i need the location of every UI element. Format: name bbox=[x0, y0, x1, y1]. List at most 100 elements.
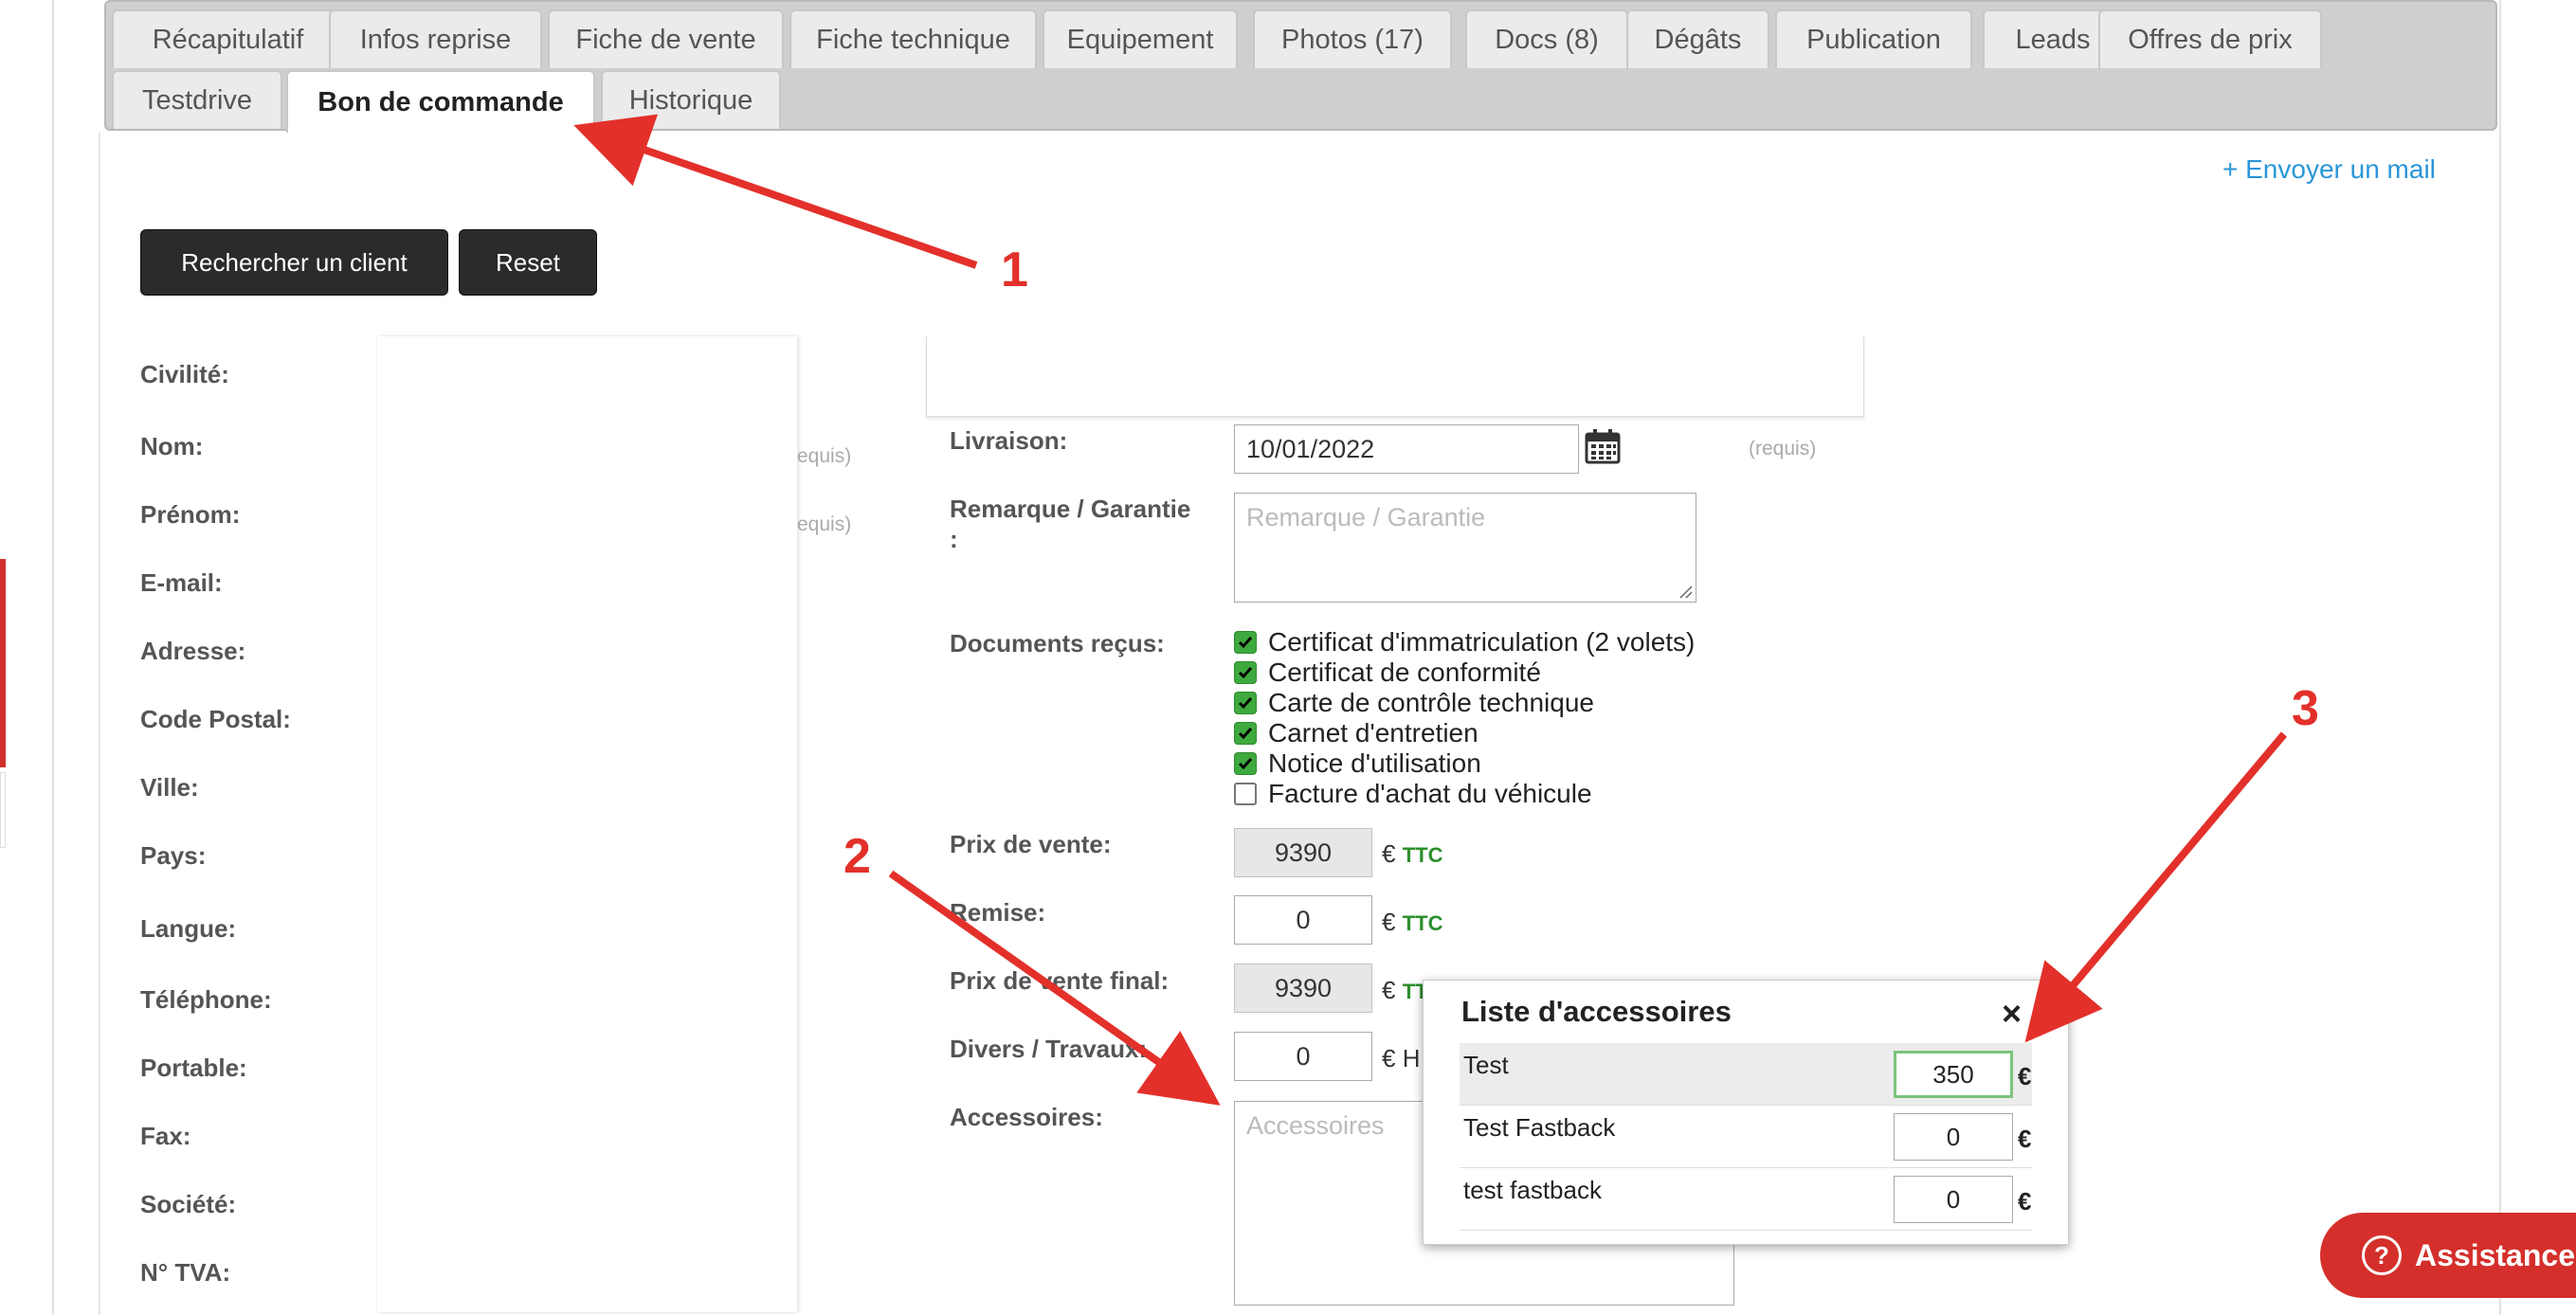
accessory-row: test fastback 0 € bbox=[1460, 1168, 2032, 1231]
checkbox-checked-icon[interactable] bbox=[1234, 692, 1257, 714]
send-mail-link[interactable]: + Envoyer un mail bbox=[2222, 154, 2436, 185]
accessory-currency: € bbox=[2018, 1062, 2032, 1090]
accessory-name: Test Fastback bbox=[1463, 1113, 1616, 1142]
label-fax: Fax: bbox=[140, 1122, 191, 1150]
accessory-price-input[interactable]: 350 bbox=[1894, 1051, 2013, 1098]
label-email: E-mail: bbox=[140, 568, 223, 597]
tab-recapitulatif[interactable]: Récapitulatif bbox=[112, 9, 344, 68]
label-livraison: Livraison: bbox=[950, 426, 1068, 455]
tab-historique[interactable]: Historique bbox=[601, 70, 781, 129]
assistance-button[interactable]: ? Assistance bbox=[2320, 1213, 2576, 1298]
label-prix-final: Prix de vente final: bbox=[950, 966, 1170, 995]
label-langue: Langue: bbox=[140, 914, 237, 943]
label-nom: Nom: bbox=[140, 432, 204, 460]
tab-bon-de-commande[interactable]: Bon de commande bbox=[286, 70, 595, 133]
sale-price-unit: € TTC bbox=[1382, 839, 1443, 868]
requis-hint-prenom: equis) bbox=[797, 513, 852, 535]
label-code-postal: Code Postal: bbox=[140, 705, 291, 733]
doc-label: Certificat de conformité bbox=[1268, 658, 1541, 687]
accessory-name: Test bbox=[1463, 1051, 1509, 1079]
label-divers: Divers / Travaux: bbox=[950, 1035, 1148, 1063]
doc-item-immatriculation[interactable]: Certificat d'immatriculation (2 volets) bbox=[1234, 627, 1695, 658]
tab-fiche-de-vente[interactable]: Fiche de vente bbox=[548, 9, 784, 68]
delivery-requis-hint: (requis) bbox=[1749, 438, 1817, 459]
accessories-placeholder: Accessoires bbox=[1246, 1111, 1385, 1140]
doc-item-notice[interactable]: Notice d'utilisation bbox=[1234, 748, 1481, 779]
doc-item-controle-technique[interactable]: Carte de contrôle technique bbox=[1234, 688, 1594, 718]
arrow-3 bbox=[2024, 731, 2288, 1043]
side-tab-edge bbox=[0, 772, 6, 848]
label-ville: Ville: bbox=[140, 773, 199, 802]
accessory-price-input[interactable]: 0 bbox=[1894, 1113, 2013, 1161]
tab-infos-reprise[interactable]: Infos reprise bbox=[329, 9, 542, 68]
label-societe: Société: bbox=[140, 1190, 237, 1218]
doc-item-carnet-entretien[interactable]: Carnet d'entretien bbox=[1234, 718, 1478, 748]
label-prenom: Prénom: bbox=[140, 500, 241, 529]
accessory-row: Test Fastback 0 € bbox=[1460, 1106, 2032, 1168]
doc-item-facture-achat[interactable]: Facture d'achat du véhicule bbox=[1234, 779, 1592, 809]
close-icon[interactable]: × bbox=[2002, 994, 2022, 1034]
tab-publication[interactable]: Publication bbox=[1775, 9, 1972, 68]
doc-label: Notice d'utilisation bbox=[1268, 748, 1481, 778]
checkbox-checked-icon[interactable] bbox=[1234, 752, 1257, 775]
checkbox-checked-icon[interactable] bbox=[1234, 631, 1257, 654]
doc-label: Carnet d'entretien bbox=[1268, 718, 1478, 748]
label-prix-vente: Prix de vente: bbox=[950, 830, 1112, 858]
doc-label: Facture d'achat du véhicule bbox=[1268, 779, 1592, 808]
label-pays: Pays: bbox=[140, 841, 207, 870]
accessory-name: test fastback bbox=[1463, 1176, 1602, 1204]
delivery-date-input[interactable]: 10/01/2022 bbox=[1234, 424, 1579, 474]
checkbox-checked-icon[interactable] bbox=[1234, 722, 1257, 745]
accessory-currency: € bbox=[2018, 1187, 2032, 1216]
tab-photos[interactable]: Photos (17) bbox=[1253, 9, 1452, 68]
tab-bar: Récapitulatif Infos reprise Fiche de ven… bbox=[104, 0, 2497, 133]
annotation-number-1: 1 bbox=[1001, 243, 1028, 297]
tab-testdrive[interactable]: Testdrive bbox=[112, 70, 282, 129]
misc-unit: € H bbox=[1382, 1044, 1421, 1072]
label-tva: N° TVA: bbox=[140, 1258, 231, 1287]
doc-item-conformite[interactable]: Certificat de conformité bbox=[1234, 658, 1541, 688]
arrow-1 bbox=[573, 114, 978, 269]
client-search-overlay bbox=[377, 336, 797, 1312]
label-adresse: Adresse: bbox=[140, 637, 246, 665]
discount-unit: € TTC bbox=[1382, 908, 1443, 936]
remark-placeholder: Remarque / Garantie bbox=[1246, 503, 1486, 531]
label-telephone: Téléphone: bbox=[140, 985, 272, 1014]
label-civilite: Civilité: bbox=[140, 360, 229, 388]
calendar-icon[interactable] bbox=[1585, 428, 1621, 464]
checkbox-unchecked[interactable] bbox=[1234, 783, 1257, 805]
reset-button[interactable]: Reset bbox=[459, 229, 597, 296]
assistance-label: Assistance bbox=[2415, 1237, 2575, 1272]
sale-price-field: 9390 bbox=[1234, 828, 1372, 877]
accessory-list-popup: Liste d'accessoires × Test 350 € Test Fa… bbox=[1423, 980, 2069, 1245]
label-accessoires: Accessoires: bbox=[950, 1103, 1103, 1131]
remark-textarea[interactable]: Remarque / Garantie bbox=[1234, 493, 1696, 603]
popup-title: Liste d'accessoires bbox=[1461, 995, 1732, 1028]
side-accent-strip bbox=[0, 559, 6, 767]
resize-grip-icon[interactable] bbox=[1678, 584, 1693, 599]
upper-textarea-edge bbox=[926, 336, 1864, 417]
doc-label: Carte de contrôle technique bbox=[1268, 688, 1594, 717]
annotation-number-2: 2 bbox=[844, 829, 871, 884]
tab-offres-de-prix[interactable]: Offres de prix bbox=[2098, 9, 2322, 68]
doc-label: Certificat d'immatriculation (2 volets) bbox=[1268, 627, 1696, 657]
tab-fiche-technique[interactable]: Fiche technique bbox=[789, 9, 1037, 68]
checkbox-checked-icon[interactable] bbox=[1234, 661, 1257, 684]
right-frame-divider bbox=[2499, 0, 2501, 1315]
final-price-field: 9390 bbox=[1234, 964, 1372, 1013]
accessory-currency: € bbox=[2018, 1125, 2032, 1153]
label-remarque-colon: : bbox=[950, 525, 958, 553]
tab-degats[interactable]: Dégâts bbox=[1626, 9, 1769, 68]
tab-docs[interactable]: Docs (8) bbox=[1465, 9, 1628, 68]
search-client-button[interactable]: Rechercher un client bbox=[140, 229, 448, 296]
label-remise: Remise: bbox=[950, 898, 1046, 927]
accessory-row: Test 350 € bbox=[1460, 1043, 2032, 1106]
left-gutter-divider bbox=[52, 0, 54, 1315]
discount-input[interactable]: 0 bbox=[1234, 895, 1372, 945]
label-portable: Portable: bbox=[140, 1054, 247, 1082]
label-documents: Documents reçus: bbox=[950, 629, 1165, 658]
tab-equipement[interactable]: Equipement bbox=[1043, 9, 1238, 68]
accessory-price-input[interactable]: 0 bbox=[1894, 1176, 2013, 1223]
misc-input[interactable]: 0 bbox=[1234, 1032, 1372, 1081]
panel-left-border bbox=[99, 133, 100, 1315]
